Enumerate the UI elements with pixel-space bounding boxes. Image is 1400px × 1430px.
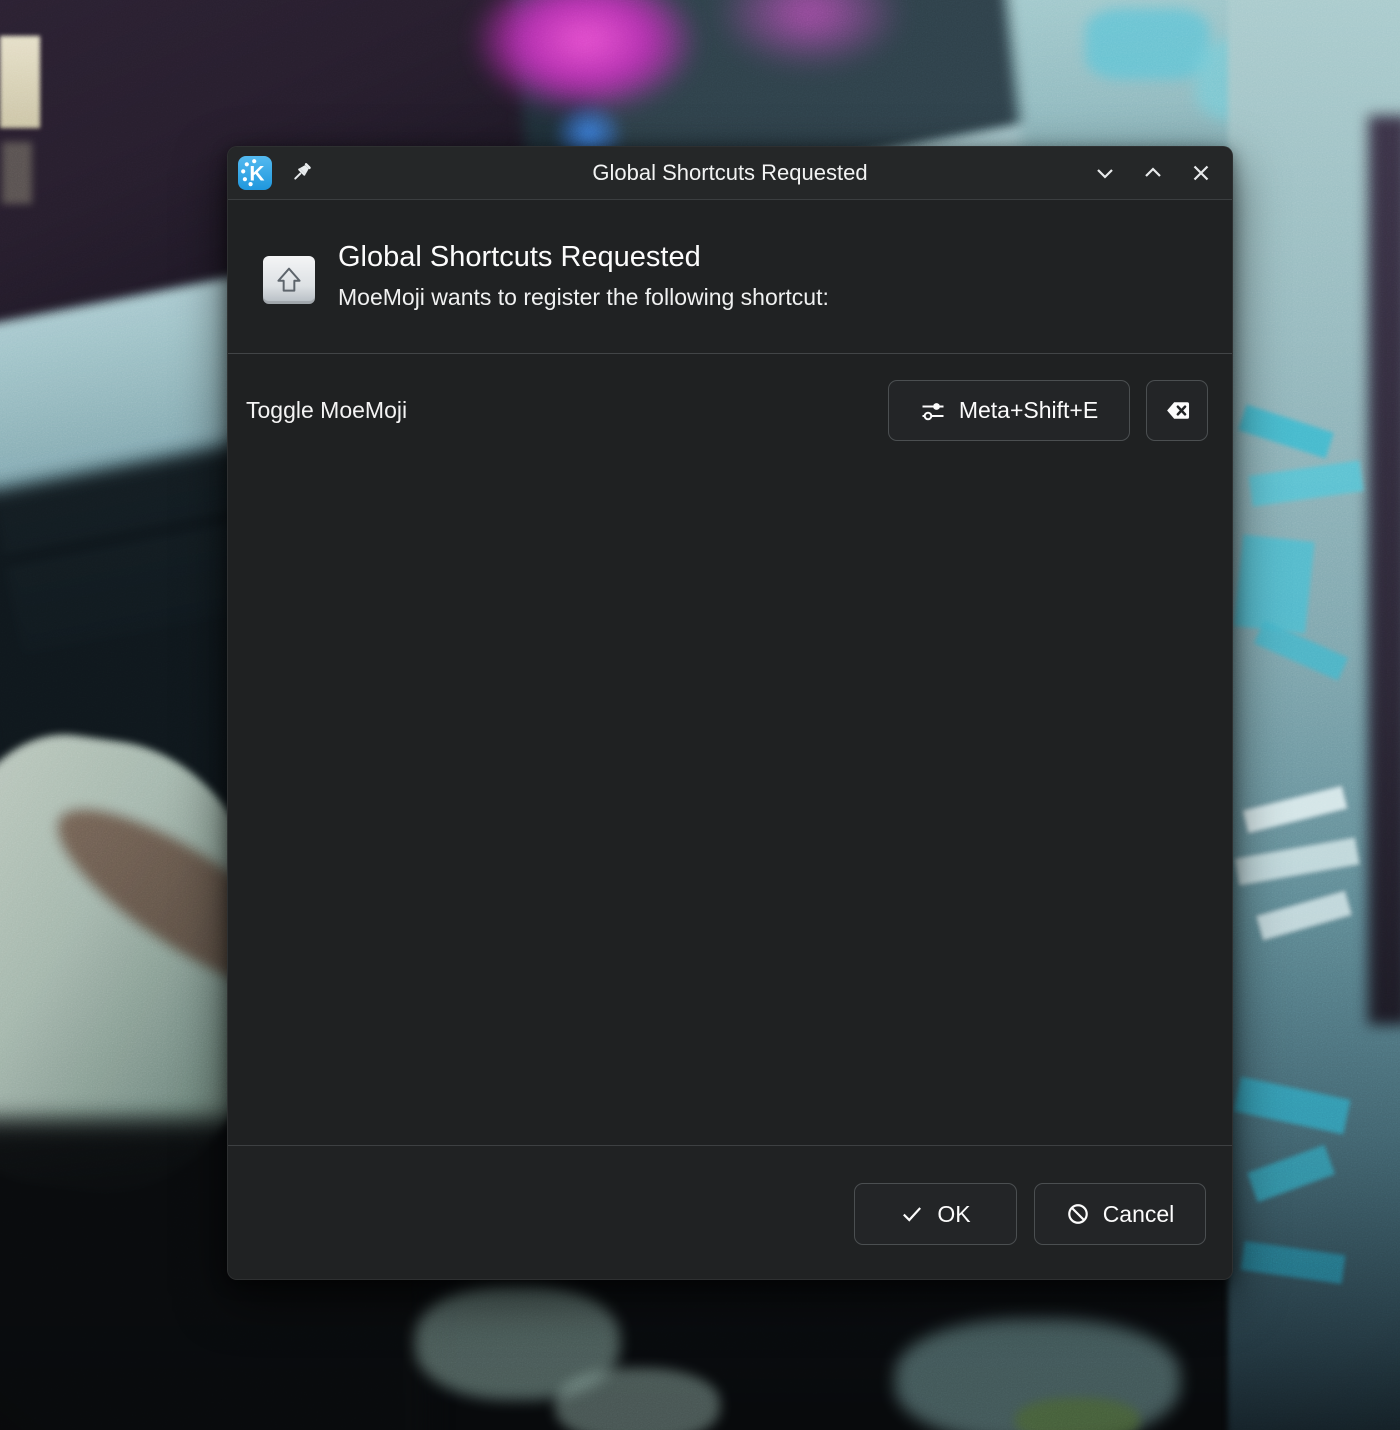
minimize-button[interactable] bbox=[1092, 160, 1118, 186]
cancel-label: Cancel bbox=[1103, 1201, 1175, 1228]
keybinding-button[interactable]: Meta+Shift+E bbox=[888, 380, 1130, 441]
shortcut-row: Toggle MoeMoji Meta+Shift+E bbox=[246, 380, 1208, 441]
window-title: Global Shortcuts Requested bbox=[592, 160, 867, 186]
backspace-icon bbox=[1164, 397, 1191, 424]
cancel-button[interactable]: Cancel bbox=[1034, 1183, 1206, 1245]
shortcut-actions: Meta+Shift+E bbox=[888, 380, 1208, 441]
ok-label: OK bbox=[937, 1201, 970, 1228]
window-controls bbox=[1092, 160, 1218, 186]
dialog-footer: OK Cancel bbox=[228, 1145, 1232, 1279]
shortcut-action-label: Toggle MoeMoji bbox=[246, 397, 407, 424]
titlebar[interactable]: K Global Shortcuts Requested bbox=[228, 147, 1232, 200]
cancel-circle-icon bbox=[1066, 1202, 1090, 1226]
dialog-header: Global Shortcuts Requested MoeMoji wants… bbox=[228, 200, 1232, 354]
kde-logo[interactable]: K bbox=[238, 156, 272, 190]
close-button[interactable] bbox=[1188, 160, 1214, 186]
svg-text:K: K bbox=[249, 163, 264, 186]
clear-shortcut-button[interactable] bbox=[1146, 380, 1208, 441]
dialog-content: Toggle MoeMoji Meta+Shift+E bbox=[228, 354, 1232, 1145]
dialog-subtitle: MoeMoji wants to register the following … bbox=[338, 284, 829, 311]
keybinding-label: Meta+Shift+E bbox=[959, 397, 1098, 424]
shift-key-icon bbox=[263, 256, 315, 304]
configure-sliders-icon bbox=[920, 398, 946, 424]
ok-button[interactable]: OK bbox=[854, 1183, 1017, 1245]
dialog-heading: Global Shortcuts Requested bbox=[338, 239, 829, 275]
global-shortcuts-dialog: K Global Shortcuts Requested bbox=[227, 146, 1233, 1280]
pin-icon[interactable] bbox=[288, 158, 318, 188]
check-icon bbox=[900, 1202, 924, 1226]
maximize-button[interactable] bbox=[1140, 160, 1166, 186]
